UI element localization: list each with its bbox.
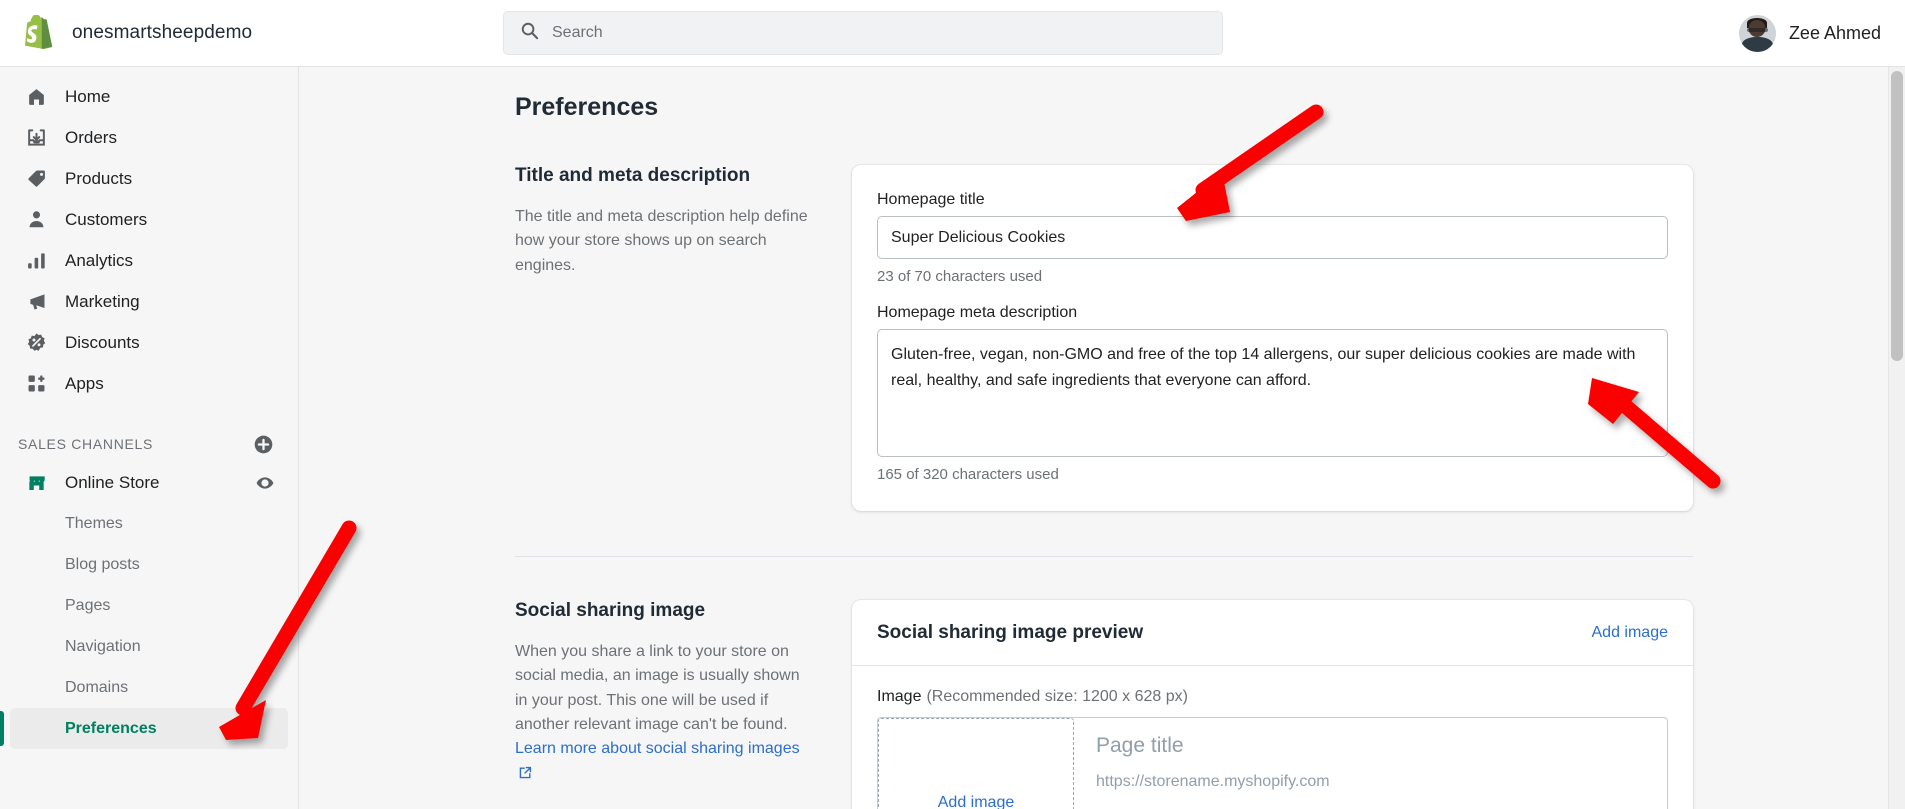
search-input[interactable]: Search [503,11,1223,55]
store-brand[interactable]: onesmartsheepdemo [0,14,300,51]
search-container[interactable]: Search [503,11,1223,55]
homepage-title-input[interactable]: Super Delicious Cookies [877,216,1668,259]
sidebar-item-label: Preferences [65,719,157,737]
product-tag-icon [25,168,47,190]
marketing-megaphone-icon [25,291,47,313]
sidebar-item-pages[interactable]: Pages [10,585,288,626]
sidebar-item-label: Domains [65,678,129,696]
image-caption-note: (Recommended size: 1200 x 628 px) [926,688,1188,705]
image-dropzone[interactable]: Add image or drop images to upload [878,718,1074,809]
search-placeholder: Search [552,24,603,41]
image-caption: Image (Recommended size: 1200 x 628 px) [877,688,1668,706]
dropzone-add-image-link[interactable]: Add image [938,794,1015,809]
image-caption-label: Image [877,688,922,705]
social-sharing-learn-more-link[interactable]: Learn more about social sharing images [515,740,800,757]
sidebar-item-label: Themes [65,514,123,532]
vertical-scrollbar[interactable] [1888,67,1905,809]
sidebar-item-label: Marketing [65,291,140,311]
sales-channels-header: SALES CHANNELS [18,432,274,456]
page-title: Preferences [515,93,659,121]
home-icon [25,86,47,108]
sidebar-item-apps[interactable]: Apps [10,363,288,404]
discount-percent-icon [25,332,47,354]
social-preview-box: Add image or drop images to upload Page … [877,717,1668,809]
scrollbar-thumb[interactable] [1891,71,1903,361]
avatar [1738,14,1776,52]
homepage-title-counter: 23 of 70 characters used [877,268,1043,285]
homepage-title-label: Homepage title [877,191,985,208]
section-description: The title and meta description help defi… [515,208,808,274]
section-divider [515,556,1693,557]
sidebar-item-label: Apps [65,373,104,393]
sidebar-item-themes[interactable]: Themes [10,503,288,544]
sidebar-item-analytics[interactable]: Analytics [10,240,288,281]
homepage-title-value: Super Delicious Cookies [891,228,1066,246]
search-icon [520,21,539,45]
section-heading: Title and meta description [515,165,751,186]
sidebar-item-label: Online Store [65,472,160,492]
eye-icon[interactable] [255,473,275,498]
store-name-label: onesmartsheepdemo [72,22,253,43]
analytics-bars-icon [25,250,47,272]
sidebar-item-preferences[interactable]: Preferences [0,708,288,749]
sidebar-item-products[interactable]: Products [10,158,288,199]
preview-url: https://storename.myshopify.com [1096,773,1330,790]
external-link-icon[interactable] [518,764,532,788]
homepage-meta-textarea[interactable]: Gluten-free, vegan, non-GMO and free of … [877,329,1668,457]
orders-inbox-icon [25,127,47,149]
sidebar-item-navigation[interactable]: Navigation [10,626,288,667]
sidebar-item-label: Blog posts [65,555,140,573]
homepage-meta-label: Homepage meta description [877,304,1078,321]
user-menu[interactable]: Zee Ahmed [1731,10,1889,56]
social-description-text: When you share a link to your store on s… [515,643,800,733]
sidebar-item-label: Home [65,86,111,106]
online-store-icon [25,472,47,494]
social-sharing-section: Social sharing image When you share a li… [515,600,1693,809]
customer-person-icon [25,209,47,231]
preview-meta: Page title https://storename.myshopify.c… [1074,718,1330,809]
section-description: When you share a link to your store on s… [515,640,812,788]
sidebar-item-label: Analytics [65,250,134,270]
sidebar-item-label: Discounts [65,332,140,352]
homepage-meta-value: Gluten-free, vegan, non-GMO and free of … [891,346,1636,389]
sidebar-item-orders[interactable]: Orders [10,117,288,158]
sidebar-item-home[interactable]: Home [10,76,288,117]
sidebar-item-blog-posts[interactable]: Blog posts [10,544,288,585]
sidebar-item-discounts[interactable]: Discounts [10,322,288,363]
user-name-label: Zee Ahmed [1788,22,1881,43]
main-content: Preferences Title and meta description T… [300,67,1905,809]
sidebar-item-marketing[interactable]: Marketing [10,281,288,322]
social-preview-body: Image (Recommended size: 1200 x 628 px) A… [852,666,1693,809]
sidebar-item-label: Customers [65,209,148,229]
social-preview-card-header: Social sharing image preview Add image [852,600,1693,666]
circle-plus-icon[interactable] [253,434,274,455]
sidebar-item-label: Products [65,168,133,188]
title-meta-description-column: Title and meta description The title and… [515,165,852,511]
title-meta-card: Homepage title Super Delicious Cookies 2… [852,165,1693,511]
top-bar: onesmartsheepdemo Search Zee Ahmed [0,0,1905,67]
preview-page-title: Page title [1096,734,1184,757]
apps-grid-plus-icon [25,373,47,395]
homepage-meta-counter: 165 of 320 characters used [877,466,1059,483]
sidebar-item-label: Pages [65,596,111,614]
social-sharing-description-column: Social sharing image When you share a li… [515,600,852,809]
sidebar-item-customers[interactable]: Customers [10,199,288,240]
title-meta-section: Title and meta description The title and… [515,165,1693,511]
section-heading: Social sharing image [515,600,706,621]
sales-channels-title: SALES CHANNELS [18,436,154,452]
add-image-button[interactable]: Add image [1592,624,1669,642]
sidebar-item-online-store[interactable]: Online Store [10,462,288,503]
sidebar-item-label: Orders [65,127,117,147]
shopify-bag-icon [22,14,56,51]
sidebar-item-label: Navigation [65,637,141,655]
main-sidebar: Home Orders Products Customers Analytics… [0,67,299,809]
sidebar-item-domains[interactable]: Domains [10,667,288,708]
social-preview-card: Social sharing image preview Add image I… [852,600,1693,809]
social-preview-title: Social sharing image preview [877,622,1144,643]
